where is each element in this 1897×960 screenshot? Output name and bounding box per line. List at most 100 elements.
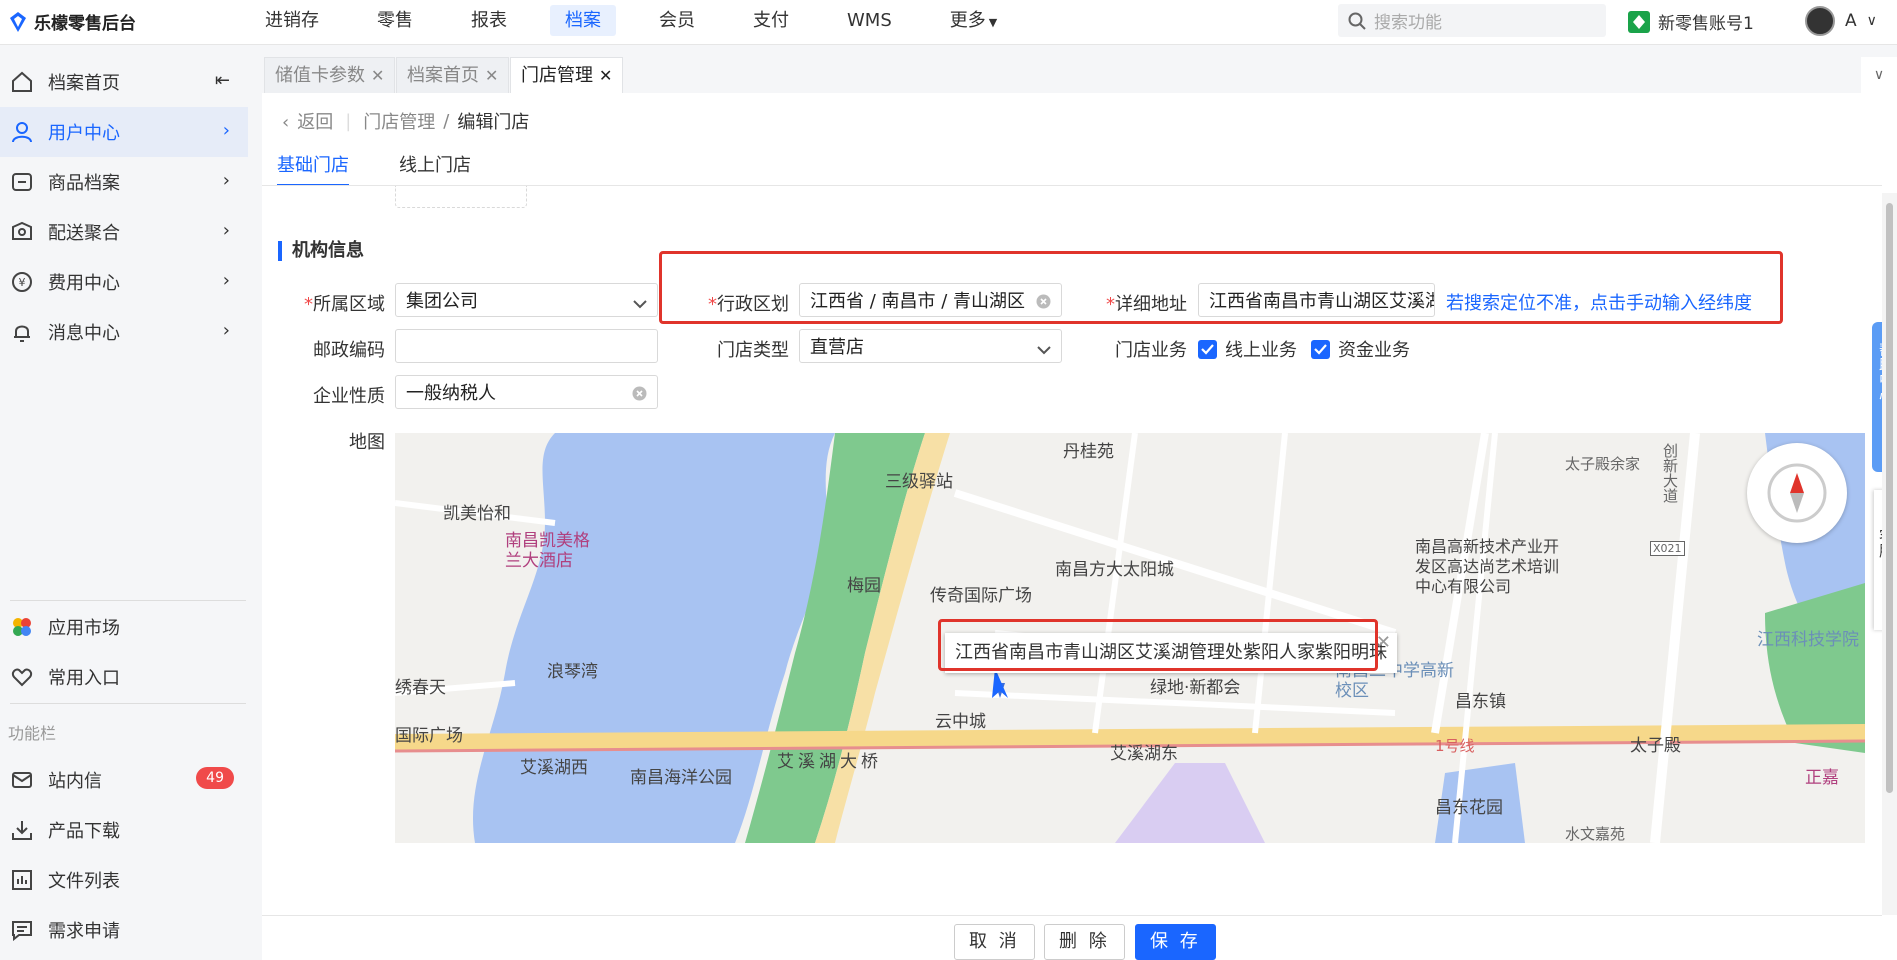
yen-icon: ¥ [10,270,34,294]
close-icon[interactable]: ✕ [485,66,498,85]
sidebar-item-label: 商品档案 [48,173,120,194]
chevron-down-icon [1037,339,1051,360]
map-place-label: 正嘉 [1805,768,1839,788]
map-place-label: 艾溪湖大桥 [777,752,882,772]
map-place-label: X021 [1650,541,1685,556]
subtab-basic-store[interactable]: 基础门店 [277,151,349,186]
fund-business-checkbox[interactable]: 资金业务 [1311,336,1410,362]
back-link[interactable]: ‹ 返回 [282,108,333,134]
online-business-checkbox[interactable]: 线上业务 [1198,336,1297,362]
tab-archive-home[interactable]: 档案首页 ✕ [396,57,510,93]
highlight-box [938,619,1378,671]
compass-icon [1767,463,1827,523]
account-name: 新零售账号1 [1658,14,1754,34]
map-place-label: 昌东花园 [1435,798,1503,818]
clear-icon[interactable] [632,385,647,406]
sidebar-item-inbox[interactable]: 站内信 49 [0,755,248,805]
scrollbar-thumb[interactable] [1886,203,1893,793]
sidebar-item-user-center[interactable]: 用户中心 › [0,107,248,157]
store-business-label: 门店业务 [1115,340,1187,361]
page-scrollbar[interactable] [1882,193,1897,915]
page-tabs: 储值卡参数 ✕ 档案首页 ✕ 门店管理 ✕ ∨ [262,45,1897,93]
mail-icon [10,768,34,792]
store-type-label: 门店类型 [717,340,789,361]
required-mark: * [304,294,313,315]
sidebar-item-messages[interactable]: 消息中心 › [0,307,248,357]
user-menu[interactable]: A ∨ [1805,6,1877,36]
map-place-label: 太子殿余家 [1565,455,1641,473]
map-place-label: 国际广场 [395,726,463,746]
svg-text:¥: ¥ [19,276,26,289]
company-type-select[interactable]: 一般纳税人 [395,375,658,409]
search-input[interactable]: 搜索功能 [1338,4,1606,37]
region-select[interactable]: 集团公司 [395,283,658,317]
close-icon[interactable]: ✕ [371,66,384,85]
region-label: *所属区域 [290,290,385,316]
postcode-input[interactable] [395,329,658,363]
tab-stored-card-params[interactable]: 储值卡参数 ✕ [264,57,396,93]
map-view[interactable]: 丹桂苑 三级驿站 太子殿余家 凯美怡和 南昌凯美格兰大酒店 梅园 南昌方大太阳城… [395,433,1865,843]
sidebar-item-archive-home[interactable]: 档案首页 ⇤ [0,57,248,107]
sidebar-item-label: 需求申请 [48,921,120,942]
app-logo[interactable]: 乐檬零售后台 [8,9,136,34]
store-account-icon [1628,10,1650,33]
sidebar-item-requests[interactable]: 需求申请 [0,905,248,955]
delete-button[interactable]: 删 除 [1044,924,1125,960]
nav-item-reports[interactable]: 报表 [456,0,522,45]
close-icon[interactable]: ✕ [1376,623,1391,663]
nav-item-member[interactable]: 会员 [644,0,710,45]
nav-item-wms[interactable]: WMS [832,0,907,45]
form-footer: 取 消 删 除 保 存 [262,915,1882,960]
sidebar-item-delivery[interactable]: 配送聚合 › [0,207,248,257]
postcode-label: 邮政编码 [313,340,385,361]
subtab-online-store[interactable]: 线上门店 [399,151,471,186]
sidebar-item-expense[interactable]: ¥ 费用中心 › [0,257,248,307]
nav-item-retail[interactable]: 零售 [362,0,428,45]
nav-item-more[interactable]: 更多 ▼ [935,0,1012,45]
map-place-label: 1号线 [1435,737,1475,755]
back-label: 返回 [297,112,334,133]
tab-label: 门店管理 [521,65,593,86]
tab-label: 档案首页 [407,65,479,86]
chevron-down-icon: ∨ [1866,13,1877,29]
sidebar-item-file-list[interactable]: 文件列表 [0,855,248,905]
sidebar-item-downloads[interactable]: 产品下载 [0,805,248,855]
close-icon[interactable]: ✕ [599,66,612,85]
sidebar-item-label: 用户中心 [48,123,120,144]
collapse-sidebar-icon[interactable]: ⇤ [215,70,230,91]
tab-store-management[interactable]: 门店管理 ✕ [510,57,624,93]
sidebar-item-app-market[interactable]: 应用市场 [0,602,248,652]
company-type-label: 企业性质 [313,386,385,407]
region-label-text: 所属区域 [313,294,385,315]
search-placeholder: 搜索功能 [1374,13,1442,33]
sidebar-item-label: 常用入口 [48,668,120,689]
function-bar-label: 功能栏 [8,724,57,743]
chart-list-icon [10,868,34,892]
nav-item-archive[interactable]: 档案 [550,5,616,36]
map-place-label: 艾溪湖西 [520,758,588,778]
tab-label: 储值卡参数 [275,65,365,86]
chevron-right-icon: › [222,270,230,291]
account-switcher[interactable]: 新零售账号1 [1628,9,1754,34]
store-type-select[interactable]: 直营店 [799,329,1062,363]
image-upload-area[interactable] [395,186,527,208]
nav-item-inventory[interactable]: 进销存 [250,0,334,45]
sidebar-item-label: 配送聚合 [48,223,120,244]
chevron-right-icon: › [222,220,230,241]
breadcrumb-parent[interactable]: 门店管理 [363,108,435,134]
save-button[interactable]: 保 存 [1135,924,1216,960]
page-title: 编辑门店 [457,112,530,133]
map-compass[interactable] [1747,443,1847,543]
tabs-menu-button[interactable]: ∨ [1861,57,1897,93]
map-place-label: 传奇国际广场 [930,586,1032,606]
caret-down-icon: ▼ [988,16,998,29]
sidebar-item-product-archive[interactable]: 商品档案 › [0,157,248,207]
cancel-button[interactable]: 取 消 [954,924,1035,960]
sidebar-item-label: 产品下载 [48,821,120,842]
sidebar-item-favorites[interactable]: 常用入口 [0,652,248,702]
nav-item-payment[interactable]: 支付 [738,0,804,45]
top-nav: 进销存 零售 报表 档案 会员 支付 WMS 更多 ▼ [250,0,1040,45]
map-place-label: 昌东镇 [1455,692,1506,712]
main-content: ‹ 返回 | 门店管理 / 编辑门店 基础门店 线上门店 机构信息 *所属区域 集… [262,93,1882,960]
heart-icon [10,665,34,689]
